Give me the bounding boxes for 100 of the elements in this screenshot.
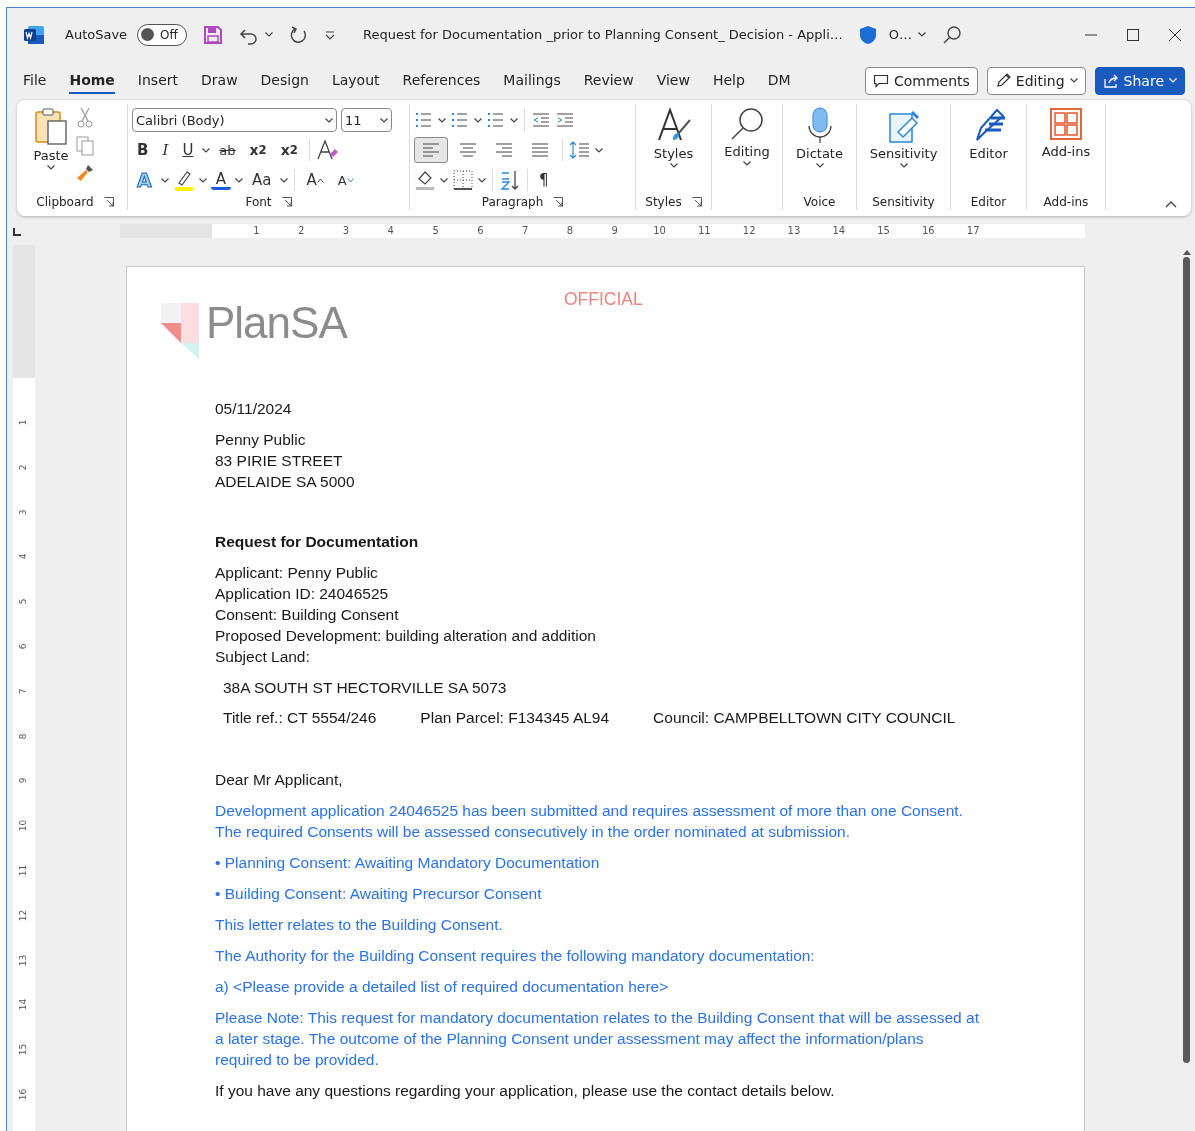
comments-button[interactable]: Comments: [864, 66, 978, 95]
maximize-icon[interactable]: [1127, 28, 1139, 41]
caret-icon[interactable]: [669, 163, 678, 168]
caret-icon[interactable]: [265, 32, 274, 37]
styles-button[interactable]: Styles: [640, 104, 707, 194]
underline-button[interactable]: U: [177, 137, 199, 163]
font-name-dropdown[interactable]: Calibri (Body): [132, 108, 337, 132]
align-left-button[interactable]: [414, 137, 448, 163]
highlighter-icon[interactable]: [172, 169, 195, 191]
horizontal-ruler: 1 2 3 4 5 6 7 8 9 10 11 12 13 14 15 16 17: [120, 223, 1085, 238]
scroll-up-icon[interactable]: [1182, 249, 1191, 255]
magnifier-icon: [729, 106, 765, 142]
sensitivity-button[interactable]: Sensitivity: [861, 104, 946, 194]
body-text: Consent: Building Consent: [215, 605, 400, 625]
body-text: a) <Please provide a detailed list of required documentation here>: [215, 977, 670, 997]
body-text: Application ID: 24046525: [215, 584, 390, 604]
group-label: Editor: [970, 195, 1007, 209]
caret-icon[interactable]: [280, 177, 289, 183]
caret-icon[interactable]: [1069, 78, 1078, 83]
menu-tab[interactable]: Insert: [137, 67, 178, 94]
caret-icon[interactable]: [47, 165, 55, 170]
caret-icon[interactable]: [815, 163, 824, 168]
vertical-ruler: 1 2 3 4 5 6 7 8 9 10 11 12 13 14 15 16: [13, 245, 35, 1131]
menu-tab[interactable]: Review: [583, 67, 634, 94]
pencil-icon: [994, 72, 1011, 89]
strike-button[interactable]: ab: [214, 137, 241, 163]
dialog-launcher-icon[interactable]: [281, 197, 292, 207]
body-text: The Authority for the Building Consent requires the following mandatory documentation:: [215, 946, 816, 966]
cut-icon[interactable]: [75, 107, 95, 129]
editing-button[interactable]: Editing: [716, 104, 778, 194]
search-icon[interactable]: [942, 24, 962, 45]
bold-button[interactable]: B: [132, 137, 154, 163]
clear-formatting-icon[interactable]: [315, 139, 338, 161]
grow-font-button[interactable]: A: [301, 167, 329, 193]
sensitivity-label[interactable]: O…: [888, 27, 912, 42]
italic-button[interactable]: I: [157, 137, 174, 163]
group-label: Font: [245, 195, 272, 209]
caret-icon: [346, 177, 354, 183]
autosave-toggle[interactable]: Off: [137, 23, 188, 46]
body-text: Council: CAMPBELLTOWN CITY COUNCIL: [653, 708, 956, 728]
dialog-launcher-icon[interactable]: [103, 197, 114, 207]
menu-tab[interactable]: DM: [767, 67, 791, 94]
body-text: ADELAIDE SA 5000: [215, 472, 356, 492]
body-text: Subject Land:: [215, 647, 311, 667]
collapse-ribbon-icon[interactable]: [1165, 200, 1177, 208]
editing-button[interactable]: Editing: [986, 66, 1086, 95]
customize-toolbar-icon[interactable]: [325, 29, 336, 40]
caret-icon[interactable]: [438, 117, 446, 123]
caret-icon[interactable]: [235, 177, 243, 183]
font-color-button[interactable]: A: [210, 170, 231, 190]
body-text: Development application 24046525 has been submitted and requires assessment of more than one Consent. The required Consents will be assessed consecutively in the order nominated at submission.: [215, 801, 964, 842]
shrink-font-button[interactable]: A: [332, 167, 359, 193]
dialog-launcher-icon[interactable]: [691, 197, 702, 207]
group-label: Voice: [803, 195, 836, 209]
editor-button[interactable]: Editor: [955, 104, 1022, 194]
paste-button[interactable]: Paste: [27, 104, 75, 194]
font-size-dropdown[interactable]: 11: [341, 108, 392, 132]
share-button[interactable]: Share: [1094, 66, 1185, 95]
caret-icon[interactable]: [160, 177, 169, 183]
caret-icon[interactable]: [440, 177, 448, 183]
menu-tab[interactable]: Design: [260, 67, 309, 94]
menu-tab[interactable]: References: [402, 67, 481, 94]
caret-icon[interactable]: [474, 117, 482, 123]
sort-icon[interactable]: [499, 169, 521, 191]
paint-bucket-icon[interactable]: [414, 169, 436, 191]
line-spacing-icon[interactable]: [569, 139, 591, 161]
body-text: 38A SOUTH ST HECTORVILLE SA 5073: [223, 678, 508, 698]
save-icon[interactable]: [203, 24, 224, 45]
logo-text: PlanSA: [206, 298, 347, 348]
menu-tab[interactable]: Layout: [331, 67, 380, 94]
body-text: Dear Mr Applicant,: [215, 770, 344, 790]
menu-tab[interactable]: File: [23, 67, 47, 94]
word-app-icon: [23, 23, 45, 46]
body-text: 05/11/2024: [215, 399, 293, 419]
scrollbar-thumb[interactable]: [1183, 257, 1190, 1063]
caret-icon[interactable]: [595, 147, 603, 153]
change-case-button[interactable]: Aa: [247, 167, 277, 193]
caret-icon[interactable]: [918, 32, 926, 37]
caret-icon[interactable]: [743, 161, 751, 166]
body-text: 83 PIRIE STREET: [215, 451, 344, 471]
close-icon[interactable]: [1169, 28, 1181, 41]
menu-tab[interactable]: Home: [69, 67, 115, 94]
dialog-launcher-icon[interactable]: [553, 197, 564, 207]
caret-icon[interactable]: [899, 163, 908, 168]
dictate-button[interactable]: Dictate: [787, 104, 852, 194]
body-text: • Planning Consent: Awaiting Mandatory Documentation: [215, 853, 601, 873]
caret-icon[interactable]: [198, 177, 207, 183]
addins-button[interactable]: Add-ins: [1031, 104, 1101, 194]
show-marks-button[interactable]: ¶: [534, 167, 554, 193]
menu-tab[interactable]: Help: [712, 67, 745, 94]
caret-icon[interactable]: [510, 117, 518, 123]
menu-tab[interactable]: View: [656, 67, 690, 94]
borders-icon[interactable]: [452, 169, 474, 191]
caret-icon[interactable]: [325, 117, 333, 123]
caret-icon[interactable]: [202, 147, 211, 153]
menu-tab[interactable]: Draw: [201, 67, 238, 94]
body-text: Proposed Development: building alteration and addition: [215, 626, 597, 646]
caret-icon[interactable]: [478, 177, 486, 183]
menu-tab[interactable]: Mailings: [503, 67, 561, 94]
caret-icon[interactable]: [380, 117, 388, 123]
